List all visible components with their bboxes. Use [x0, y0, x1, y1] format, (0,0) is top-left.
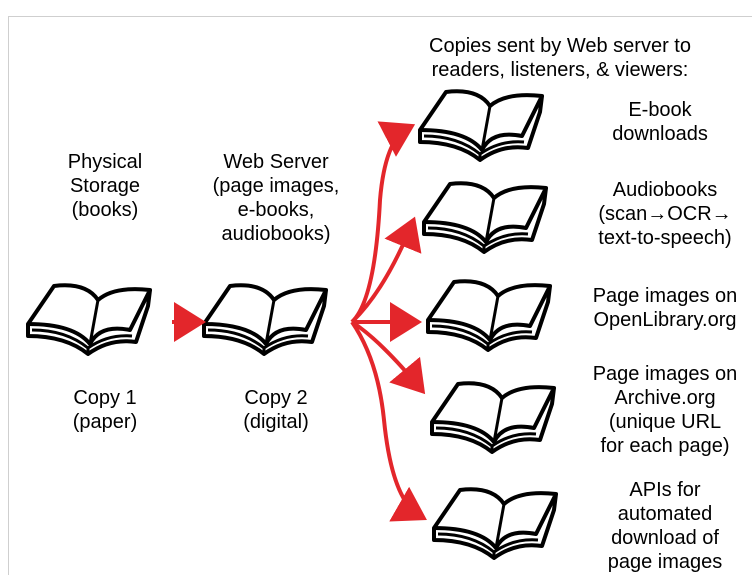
- book-openlibrary-icon: [426, 279, 552, 352]
- book-api-icon: [432, 487, 558, 560]
- book-audiobook-icon: [422, 181, 548, 254]
- physical-storage-title: Physical Storage (books): [67, 151, 143, 221]
- copy2-caption: Copy 2 (digital): [243, 387, 309, 433]
- book-copy2-icon: [202, 283, 328, 356]
- copy1-caption: Copy 1 (paper): [72, 387, 138, 433]
- output-ebook: E-book downloads: [612, 99, 708, 145]
- book-archive-icon: [430, 381, 556, 454]
- output-openlibrary: Page images on OpenLibrary.org: [592, 285, 738, 331]
- output-header: Copies sent by Web server to readers, li…: [429, 35, 691, 81]
- output-audiobooks: Audiobooks (scan→OCR→ text-to-speech): [598, 179, 732, 249]
- output-archive: Page images on Archive.org (unique URL f…: [592, 363, 738, 457]
- book-ebook-icon: [418, 89, 544, 162]
- output-api: APIs for automated download of page imag…: [607, 479, 723, 573]
- arrow-to-archive: [350, 320, 426, 395]
- book-copy1-icon: [26, 283, 152, 356]
- web-server-title: Web Server (page images, e-books, audiob…: [212, 151, 340, 245]
- diagram-frame: Copies sent by Web server to readers, li…: [0, 0, 752, 575]
